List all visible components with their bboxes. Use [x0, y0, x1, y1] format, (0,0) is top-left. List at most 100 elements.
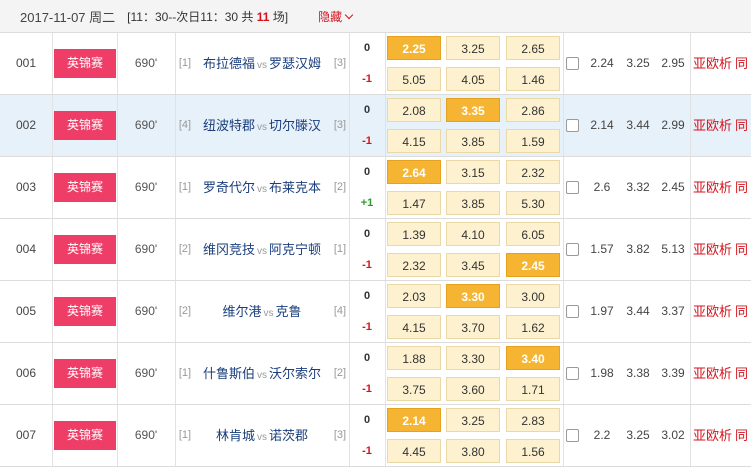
away-team[interactable]: 阿克宁顿 — [269, 242, 321, 257]
same-link[interactable]: 同 — [735, 95, 748, 156]
same-link[interactable]: 同 — [735, 343, 748, 404]
odds-cell-handicap[interactable]: 1.62 — [506, 315, 560, 339]
odds-cell[interactable]: 6.05 — [506, 222, 560, 246]
odds-cell[interactable]: 3.30 — [446, 346, 500, 370]
home-team[interactable]: 罗奇代尔 — [203, 180, 255, 195]
asian-link[interactable]: 亚 — [693, 157, 706, 218]
analysis-link[interactable]: 析 — [719, 157, 732, 218]
euro-link[interactable]: 欧 — [706, 95, 719, 156]
league-badge[interactable]: 英锦赛 — [54, 235, 116, 264]
odds-cell[interactable]: 1.39 — [387, 222, 441, 246]
odds-cell[interactable]: 3.25 — [446, 36, 500, 60]
odds-cell-handicap[interactable]: 1.59 — [506, 129, 560, 153]
odds-cell[interactable]: 2.65 — [506, 36, 560, 60]
away-team[interactable]: 罗瑟汉姆 — [269, 56, 321, 71]
same-link[interactable]: 同 — [735, 157, 748, 218]
odds-cell[interactable]: 2.25 — [387, 36, 441, 60]
select-checkbox[interactable] — [566, 429, 579, 442]
league-badge[interactable]: 英锦赛 — [54, 173, 116, 202]
away-team[interactable]: 沃尔索尔 — [269, 366, 321, 381]
league-badge[interactable]: 英锦赛 — [54, 49, 116, 78]
odds-cell-handicap[interactable]: 3.45 — [446, 253, 500, 277]
league-badge[interactable]: 英锦赛 — [54, 297, 116, 326]
select-checkbox[interactable] — [566, 305, 579, 318]
analysis-link[interactable]: 析 — [719, 281, 732, 342]
asian-link[interactable]: 亚 — [693, 33, 706, 94]
odds-cell[interactable]: 2.08 — [387, 98, 441, 122]
odds-cell[interactable]: 4.10 — [446, 222, 500, 246]
odds-cell-handicap[interactable]: 3.80 — [446, 439, 500, 463]
odds-cell-handicap[interactable]: 4.15 — [387, 315, 441, 339]
league-badge[interactable]: 英锦赛 — [54, 111, 116, 140]
odds-cell-handicap[interactable]: 3.60 — [446, 377, 500, 401]
euro-link[interactable]: 欧 — [706, 157, 719, 218]
euro-link[interactable]: 欧 — [706, 405, 719, 466]
odds-cell[interactable]: 3.25 — [446, 408, 500, 432]
euro-link[interactable]: 欧 — [706, 219, 719, 280]
home-team[interactable]: 林肯城 — [216, 428, 255, 443]
odds-cell[interactable]: 2.86 — [506, 98, 560, 122]
asian-link[interactable]: 亚 — [693, 219, 706, 280]
odds-cell-handicap[interactable]: 1.46 — [506, 67, 560, 91]
home-team[interactable]: 布拉德福 — [203, 56, 255, 71]
analysis-link[interactable]: 析 — [719, 33, 732, 94]
odds-cell-handicap[interactable]: 2.32 — [387, 253, 441, 277]
odds-cell[interactable]: 2.03 — [387, 284, 441, 308]
select-checkbox[interactable] — [566, 243, 579, 256]
same-link[interactable]: 同 — [735, 219, 748, 280]
analysis-link[interactable]: 析 — [719, 405, 732, 466]
away-team[interactable]: 切尔滕汉 — [269, 118, 321, 133]
home-team[interactable]: 纽波特郡 — [203, 118, 255, 133]
analysis-link[interactable]: 析 — [719, 95, 732, 156]
away-team[interactable]: 克鲁 — [276, 304, 302, 319]
table-row: 007 英锦赛 690' [1] 林肯城 vs 诺茨郡 [3] 0 -1 2.14 4.45 3.25 3… — [0, 405, 751, 467]
odds-cell-handicap[interactable]: 3.85 — [446, 129, 500, 153]
asian-link[interactable]: 亚 — [693, 281, 706, 342]
same-link[interactable]: 同 — [735, 405, 748, 466]
euro-link[interactable]: 欧 — [706, 33, 719, 94]
euro-link[interactable]: 欧 — [706, 343, 719, 404]
odds-cell-handicap[interactable]: 5.05 — [387, 67, 441, 91]
hide-toggle[interactable]: 隐藏 — [318, 8, 354, 25]
odds-cell-handicap[interactable]: 2.45 — [506, 253, 560, 277]
odds-cell-handicap[interactable]: 4.45 — [387, 439, 441, 463]
odds-cell[interactable]: 3.35 — [446, 98, 500, 122]
odds-cell-handicap[interactable]: 4.05 — [446, 67, 500, 91]
asian-link[interactable]: 亚 — [693, 95, 706, 156]
odds-cell[interactable]: 2.83 — [506, 408, 560, 432]
odds-cell[interactable]: 2.64 — [387, 160, 441, 184]
odds-cell[interactable]: 1.88 — [387, 346, 441, 370]
odds-cell[interactable]: 3.00 — [506, 284, 560, 308]
home-team[interactable]: 维冈竞技 — [203, 242, 255, 257]
asian-link[interactable]: 亚 — [693, 405, 706, 466]
same-link[interactable]: 同 — [735, 281, 748, 342]
asian-link[interactable]: 亚 — [693, 343, 706, 404]
home-team[interactable]: 什鲁斯伯 — [203, 366, 255, 381]
odds-cell-handicap[interactable]: 3.75 — [387, 377, 441, 401]
euro-link[interactable]: 欧 — [706, 281, 719, 342]
odds-cell[interactable]: 3.15 — [446, 160, 500, 184]
odds-cell[interactable]: 2.14 — [387, 408, 441, 432]
odds-cell-handicap[interactable]: 5.30 — [506, 191, 560, 215]
odds-cell[interactable]: 2.32 — [506, 160, 560, 184]
odds-cell-handicap[interactable]: 3.70 — [446, 315, 500, 339]
select-checkbox[interactable] — [566, 181, 579, 194]
analysis-link[interactable]: 析 — [719, 343, 732, 404]
odds-cell-handicap[interactable]: 1.47 — [387, 191, 441, 215]
away-team[interactable]: 布莱克本 — [269, 180, 321, 195]
league-badge[interactable]: 英锦赛 — [54, 359, 116, 388]
home-team[interactable]: 维尔港 — [222, 304, 261, 319]
odds-cell[interactable]: 3.30 — [446, 284, 500, 308]
odds-cell-handicap[interactable]: 1.71 — [506, 377, 560, 401]
odds-cell[interactable]: 3.40 — [506, 346, 560, 370]
analysis-link[interactable]: 析 — [719, 219, 732, 280]
away-team[interactable]: 诺茨郡 — [269, 428, 308, 443]
select-checkbox[interactable] — [566, 57, 579, 70]
league-badge[interactable]: 英锦赛 — [54, 421, 116, 450]
odds-cell-handicap[interactable]: 1.56 — [506, 439, 560, 463]
select-checkbox[interactable] — [566, 367, 579, 380]
odds-cell-handicap[interactable]: 3.85 — [446, 191, 500, 215]
odds-cell-handicap[interactable]: 4.15 — [387, 129, 441, 153]
same-link[interactable]: 同 — [735, 33, 748, 94]
select-checkbox[interactable] — [566, 119, 579, 132]
